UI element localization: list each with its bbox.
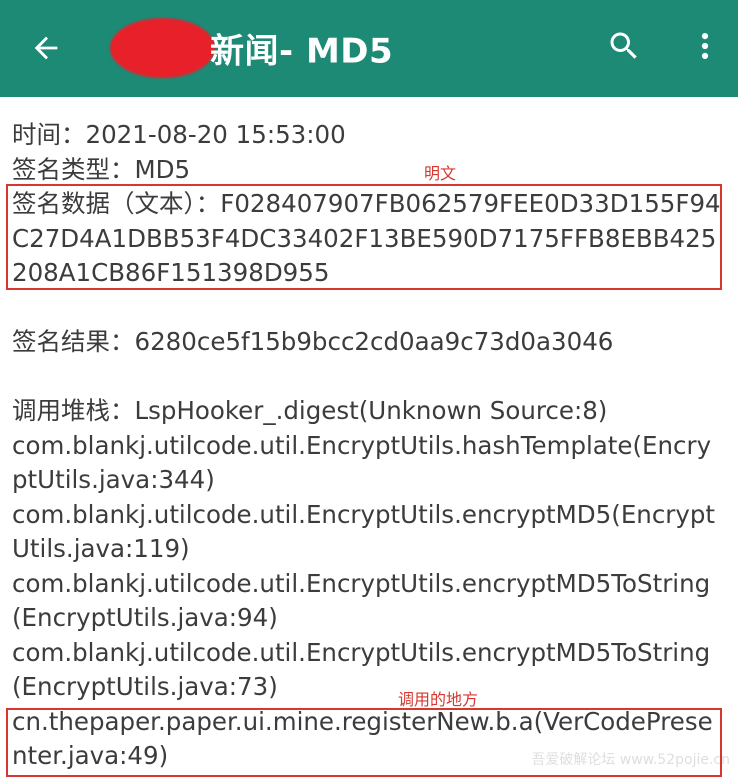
stack-frame: com.blankj.utilcode.util.EncryptUtils.en… [12, 637, 711, 702]
search-button[interactable] [600, 22, 648, 70]
plaintext-highlight-box [6, 184, 722, 290]
time-line: 时间：2021-08-20 15:53:00 [12, 120, 346, 149]
sign-result-line: 签名结果：6280ce5f15b9bcc2cd0aa9c73d0a3046 [12, 327, 614, 356]
stack-frame: com.blankj.utilcode.util.EncryptUtils.en… [12, 568, 711, 633]
back-button[interactable] [22, 24, 70, 72]
call-site-annotation: 调用的地方 [398, 690, 479, 709]
title-area: 新闻- MD5 [110, 18, 393, 78]
watermark: 吾爱破解论坛 www.52pojie.cn [531, 752, 730, 768]
redaction-mark [110, 18, 215, 78]
arrow-back-icon [34, 36, 58, 60]
stack-header-line: 调用堆栈：LspHooker_.digest(Unknown Source:8) [12, 396, 608, 425]
page-title: 新闻- MD5 [210, 31, 394, 72]
plaintext-annotation: 明文 [424, 164, 457, 183]
sign-type-line: 签名类型：MD5 [12, 154, 191, 184]
search-icon [610, 32, 637, 59]
stack-frame: com.blankj.utilcode.util.EncryptUtils.ha… [12, 430, 712, 495]
app-bar: 新闻- MD5 [0, 0, 738, 97]
more-vert-icon [701, 32, 709, 60]
stack-frame: com.blankj.utilcode.util.EncryptUtils.en… [12, 499, 716, 564]
more-options-button[interactable] [685, 22, 725, 70]
